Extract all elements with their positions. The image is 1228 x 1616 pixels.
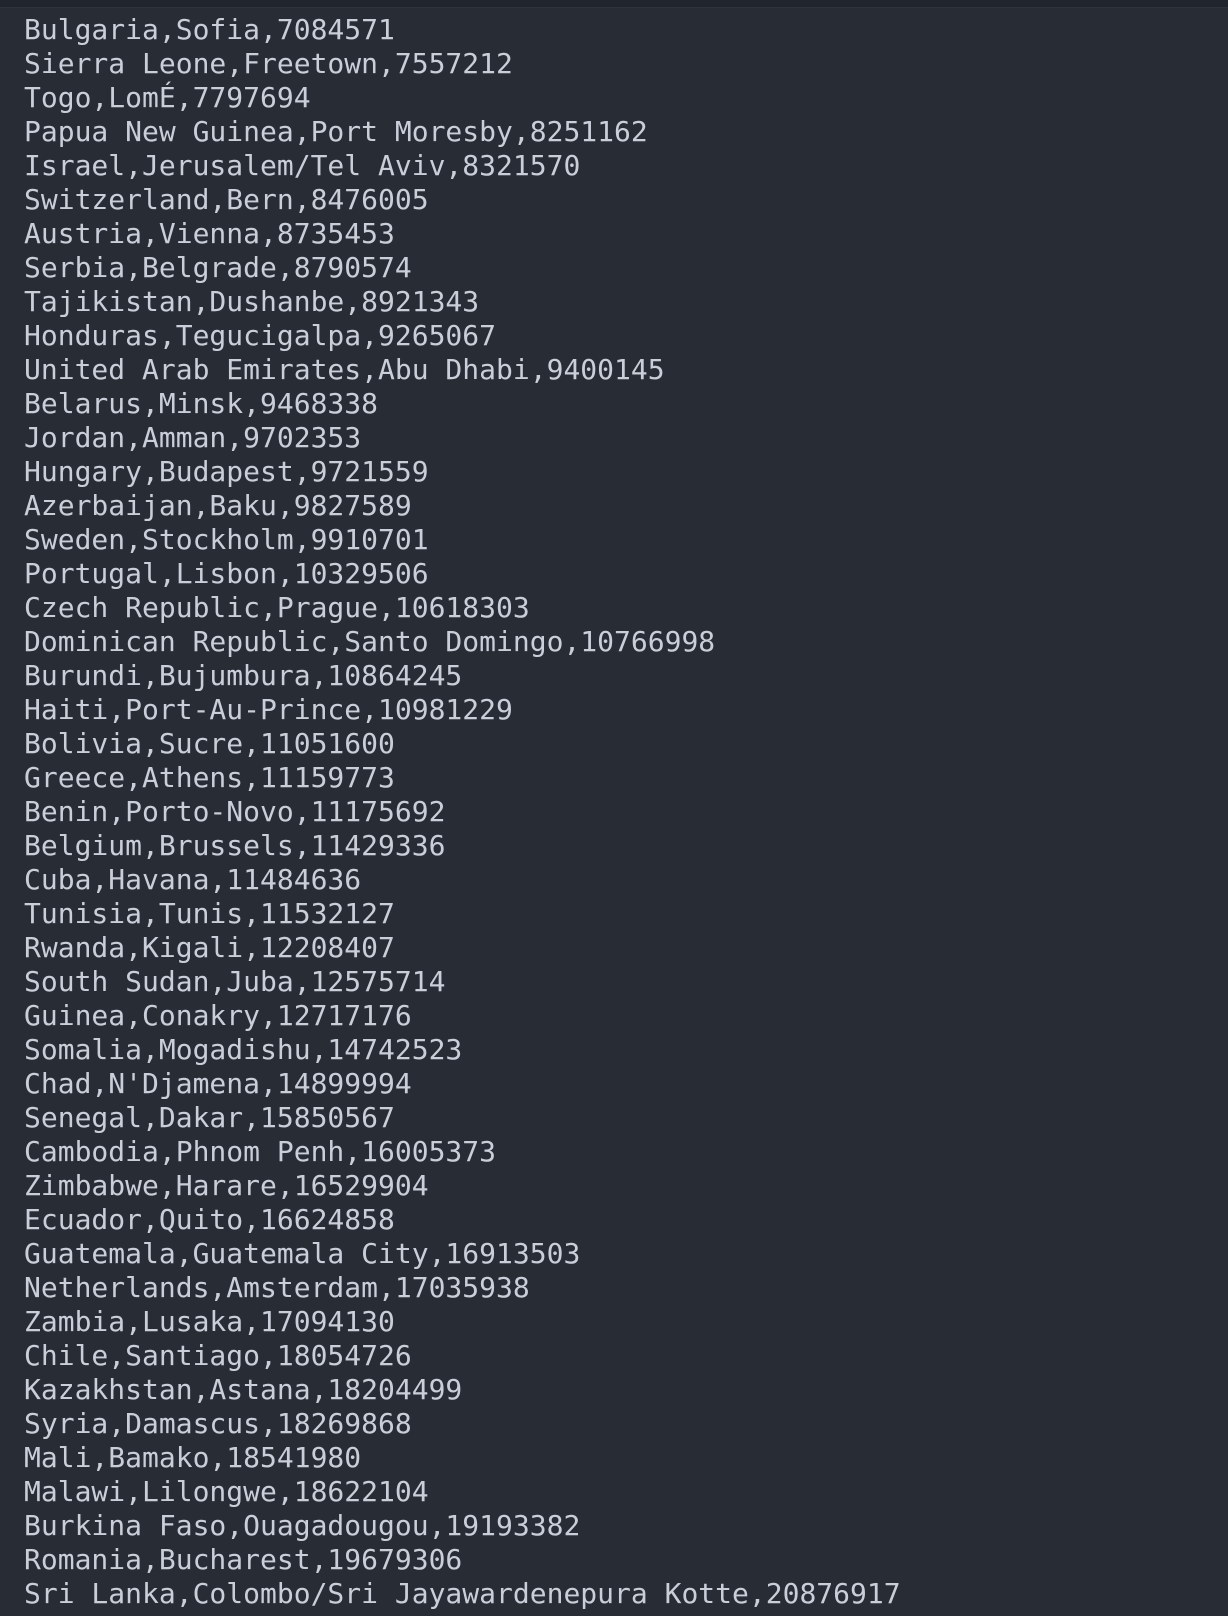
text-editor[interactable]: Bulgaria,Sofia,7084571 Sierra Leone,Freet…: [0, 0, 1228, 1616]
text-line[interactable]: Chile,Santiago,18054726: [24, 1339, 901, 1373]
text-line[interactable]: Rwanda,Kigali,12208407: [24, 931, 901, 965]
text-line[interactable]: Hungary,Budapest,9721559: [24, 455, 901, 489]
text-line[interactable]: Mali,Bamako,18541980: [24, 1441, 901, 1475]
text-line[interactable]: Burkina Faso,Ouagadougou,19193382: [24, 1509, 901, 1543]
text-line[interactable]: South Sudan,Juba,12575714: [24, 965, 901, 999]
text-line[interactable]: Syria,Damascus,18269868: [24, 1407, 901, 1441]
text-line[interactable]: Switzerland,Bern,8476005: [24, 183, 901, 217]
text-line[interactable]: Kazakhstan,Astana,18204499: [24, 1373, 901, 1407]
text-line[interactable]: Sri Lanka,Colombo/Sri Jayawardenepura Ko…: [24, 1577, 901, 1611]
text-line[interactable]: Romania,Bucharest,19679306: [24, 1543, 901, 1577]
text-line[interactable]: Dominican Republic,Santo Domingo,1076699…: [24, 625, 901, 659]
text-line[interactable]: United Arab Emirates,Abu Dhabi,9400145: [24, 353, 901, 387]
text-line[interactable]: Zimbabwe,Harare,16529904: [24, 1169, 901, 1203]
text-line[interactable]: Sierra Leone,Freetown,7557212: [24, 47, 901, 81]
text-line[interactable]: Bolivia,Sucre,11051600: [24, 727, 901, 761]
text-line[interactable]: Serbia,Belgrade,8790574: [24, 251, 901, 285]
text-line[interactable]: Zambia,Lusaka,17094130: [24, 1305, 901, 1339]
text-line[interactable]: Senegal,Dakar,15850567: [24, 1101, 901, 1135]
text-line[interactable]: Burundi,Bujumbura,10864245: [24, 659, 901, 693]
text-line[interactable]: Czech Republic,Prague,10618303: [24, 591, 901, 625]
text-line[interactable]: Benin,Porto-Novo,11175692: [24, 795, 901, 829]
text-line[interactable]: Honduras,Tegucigalpa,9265067: [24, 319, 901, 353]
text-line[interactable]: Azerbaijan,Baku,9827589: [24, 489, 901, 523]
text-line[interactable]: Sweden,Stockholm,9910701: [24, 523, 901, 557]
text-line[interactable]: Belarus,Minsk,9468338: [24, 387, 901, 421]
text-line[interactable]: Portugal,Lisbon,10329506: [24, 557, 901, 591]
text-line[interactable]: Tajikistan,Dushanbe,8921343: [24, 285, 901, 319]
text-line[interactable]: Chad,N'Djamena,14899994: [24, 1067, 901, 1101]
text-line[interactable]: Israel,Jerusalem/Tel Aviv,8321570: [24, 149, 901, 183]
text-lines: Bulgaria,Sofia,7084571 Sierra Leone,Freet…: [24, 13, 901, 1611]
text-line[interactable]: Bulgaria,Sofia,7084571: [24, 13, 901, 47]
text-line[interactable]: Austria,Vienna,8735453: [24, 217, 901, 251]
text-line[interactable]: Papua New Guinea,Port Moresby,8251162: [24, 115, 901, 149]
text-line[interactable]: Guatemala,Guatemala City,16913503: [24, 1237, 901, 1271]
text-line[interactable]: Guinea,Conakry,12717176: [24, 999, 901, 1033]
text-line[interactable]: Somalia,Mogadishu,14742523: [24, 1033, 901, 1067]
text-line[interactable]: Malawi,Lilongwe,18622104: [24, 1475, 901, 1509]
text-line[interactable]: Belgium,Brussels,11429336: [24, 829, 901, 863]
text-line[interactable]: Tunisia,Tunis,11532127: [24, 897, 901, 931]
text-line[interactable]: Cuba,Havana,11484636: [24, 863, 901, 897]
text-line[interactable]: Cambodia,Phnom Penh,16005373: [24, 1135, 901, 1169]
text-line[interactable]: Greece,Athens,11159773: [24, 761, 901, 795]
text-line[interactable]: Ecuador,Quito,16624858: [24, 1203, 901, 1237]
text-line[interactable]: Netherlands,Amsterdam,17035938: [24, 1271, 901, 1305]
text-line[interactable]: Togo,LomÉ,7797694: [24, 81, 901, 115]
text-line[interactable]: Jordan,Amman,9702353: [24, 421, 901, 455]
text-line[interactable]: Haiti,Port-Au-Prince,10981229: [24, 693, 901, 727]
